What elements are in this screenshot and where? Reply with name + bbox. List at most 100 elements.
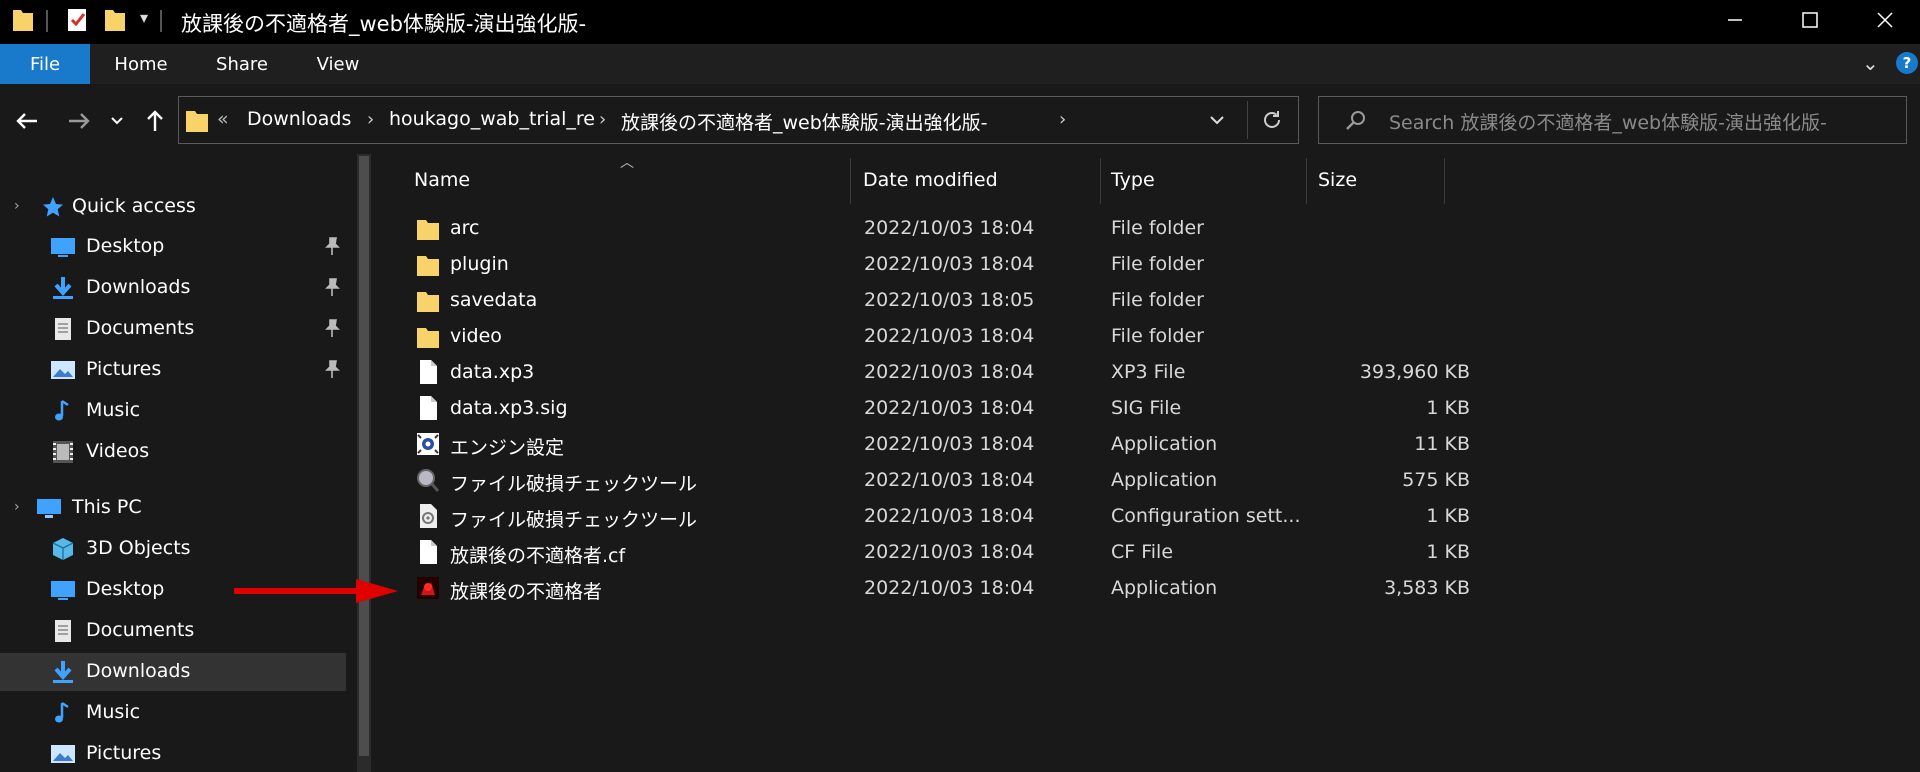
nav-label: Documents	[86, 619, 195, 641]
music-icon	[55, 701, 69, 723]
scrollbar-thumb[interactable]	[359, 156, 369, 756]
breadcrumb-houkago[interactable]: houkago_wab_trial_re	[389, 108, 595, 130]
file-type: File folder	[1111, 289, 1204, 311]
file-date: 2022/10/03 18:04	[864, 541, 1035, 563]
file-row[interactable]: data.xp3.sig 2022/10/03 18:04 SIG File 1…	[410, 390, 1550, 426]
sidebar-item-pictures[interactable]: Pictures	[0, 735, 346, 772]
3d-objects-icon	[52, 538, 74, 560]
file-row[interactable]: ファイル破損チェックツール 2022/10/03 18:04 Configura…	[410, 498, 1550, 534]
pin-icon[interactable]	[322, 236, 342, 256]
sidebar-item-documents[interactable]: Documents	[0, 612, 346, 650]
column-header-type[interactable]: Type	[1111, 154, 1155, 206]
address-bar[interactable]: « Downloads › houkago_wab_trial_re › 放課後…	[178, 96, 1299, 144]
new-folder-icon[interactable]	[104, 6, 126, 32]
nav-label: Pictures	[86, 358, 162, 380]
file-date: 2022/10/03 18:04	[864, 577, 1035, 599]
tab-home[interactable]: Home	[100, 44, 182, 84]
folder-icon	[417, 220, 439, 240]
recent-locations-button[interactable]	[102, 104, 132, 138]
column-header-size[interactable]: Size	[1318, 154, 1357, 206]
file-row[interactable]: 放課後の不適格者 2022/10/03 18:04 Application 3,…	[410, 570, 1550, 606]
videos-icon	[53, 441, 73, 463]
chevron-right-icon[interactable]: ›	[367, 109, 374, 130]
file-row[interactable]: ファイル破損チェックツール 2022/10/03 18:04 Applicati…	[410, 462, 1550, 498]
file-row[interactable]: data.xp3 2022/10/03 18:04 XP3 File 393,9…	[410, 354, 1550, 390]
pin-icon[interactable]	[322, 359, 342, 379]
pin-icon[interactable]	[322, 277, 342, 297]
sidebar-item-documents[interactable]: Documents	[0, 310, 346, 348]
file-icon	[420, 540, 437, 564]
chevron-right-icon[interactable]: ›	[1059, 109, 1066, 130]
file-name: 放課後の不適格者	[450, 581, 603, 603]
tab-share[interactable]: Share	[202, 44, 282, 84]
help-icon[interactable]: ?	[1896, 52, 1918, 74]
ribbon: File Home Share View ⌄ ?	[0, 44, 1920, 84]
column-divider[interactable]	[850, 158, 851, 204]
magnifier-app-icon	[417, 469, 440, 492]
address-history-icon[interactable]	[1209, 115, 1225, 127]
downloads-icon	[53, 277, 73, 299]
sidebar-item-downloads[interactable]: Downloads	[0, 653, 346, 691]
pin-icon[interactable]	[322, 318, 342, 338]
file-type: File folder	[1111, 325, 1204, 347]
column-header-name[interactable]: Name	[414, 154, 470, 206]
sidebar-item-desktop[interactable]: Desktop	[0, 228, 346, 266]
close-button[interactable]	[1850, 0, 1920, 40]
back-button[interactable]	[10, 104, 44, 138]
file-row[interactable]: savedata 2022/10/03 18:05 File folder	[410, 282, 1550, 318]
expand-ribbon-icon[interactable]: ⌄	[1862, 51, 1879, 75]
forward-arrow-icon	[69, 113, 90, 129]
file-row[interactable]: plugin 2022/10/03 18:04 File folder	[410, 246, 1550, 282]
file-date: 2022/10/03 18:04	[864, 397, 1035, 419]
customize-toolbar-icon[interactable]: ▾	[140, 8, 148, 27]
column-divider[interactable]	[1306, 158, 1307, 204]
file-name: arc	[450, 217, 480, 239]
file-row[interactable]: arc 2022/10/03 18:04 File folder	[410, 210, 1550, 246]
nav-label: Music	[86, 399, 141, 421]
maximize-button[interactable]	[1775, 0, 1845, 40]
up-button[interactable]	[138, 104, 172, 138]
file-size: 575 KB	[1402, 469, 1470, 491]
separator	[46, 10, 48, 32]
engine-settings-icon	[417, 433, 439, 455]
sidebar-item-3d-objects[interactable]: 3D Objects	[0, 530, 346, 568]
sidebar-item-downloads[interactable]: Downloads	[0, 269, 346, 307]
nav-quick-access[interactable]: › Quick access	[0, 188, 346, 226]
column-divider[interactable]	[1100, 158, 1101, 204]
nav-this-pc[interactable]: › This PC	[0, 489, 346, 527]
folder-icon[interactable]	[12, 6, 34, 32]
file-date: 2022/10/03 18:05	[864, 289, 1035, 311]
search-input[interactable]: Search 放課後の不適格者_web体験版-演出強化版-	[1389, 108, 1827, 135]
chevron-right-icon[interactable]: ›	[14, 198, 20, 214]
file-row[interactable]: video 2022/10/03 18:04 File folder	[410, 318, 1550, 354]
tab-view[interactable]: View	[298, 44, 378, 84]
chevron-right-icon[interactable]: ›	[599, 109, 606, 130]
properties-icon[interactable]	[66, 6, 90, 34]
sort-ascending-icon: ︿	[620, 155, 634, 171]
file-row[interactable]: エンジン設定 2022/10/03 18:04 Application 11 K…	[410, 426, 1550, 462]
music-icon	[55, 399, 69, 421]
breadcrumb-current-folder[interactable]: 放課後の不適格者_web体験版-演出強化版-	[621, 108, 988, 135]
minimize-button[interactable]	[1700, 0, 1770, 40]
sidebar-item-music[interactable]: Music	[0, 694, 346, 732]
file-row[interactable]: 放課後の不適格者.cf 2022/10/03 18:04 CF File 1 K…	[410, 534, 1550, 570]
sidebar-item-music[interactable]: Music	[0, 392, 346, 430]
sidebar-item-videos[interactable]: Videos	[0, 433, 346, 471]
breadcrumb-downloads[interactable]: Downloads	[247, 108, 351, 130]
file-name: savedata	[450, 289, 538, 311]
tab-file[interactable]: File	[0, 44, 90, 84]
refresh-icon[interactable]	[1261, 109, 1283, 131]
nav-label: Downloads	[86, 276, 191, 298]
column-divider[interactable]	[1444, 158, 1445, 204]
search-box[interactable]: Search 放課後の不適格者_web体験版-演出強化版-	[1318, 96, 1907, 144]
breadcrumb-overflow[interactable]: «	[217, 108, 229, 130]
nav-scrollbar[interactable]	[357, 154, 371, 772]
sidebar-item-pictures[interactable]: Pictures	[0, 351, 346, 389]
forward-button[interactable]	[62, 104, 96, 138]
pictures-icon	[51, 745, 75, 763]
chevron-right-icon[interactable]: ›	[14, 499, 20, 515]
column-header-date[interactable]: Date modified	[863, 154, 998, 206]
folder-icon	[417, 328, 439, 348]
nav-label: Videos	[86, 440, 150, 462]
nav-label: 3D Objects	[86, 537, 191, 559]
